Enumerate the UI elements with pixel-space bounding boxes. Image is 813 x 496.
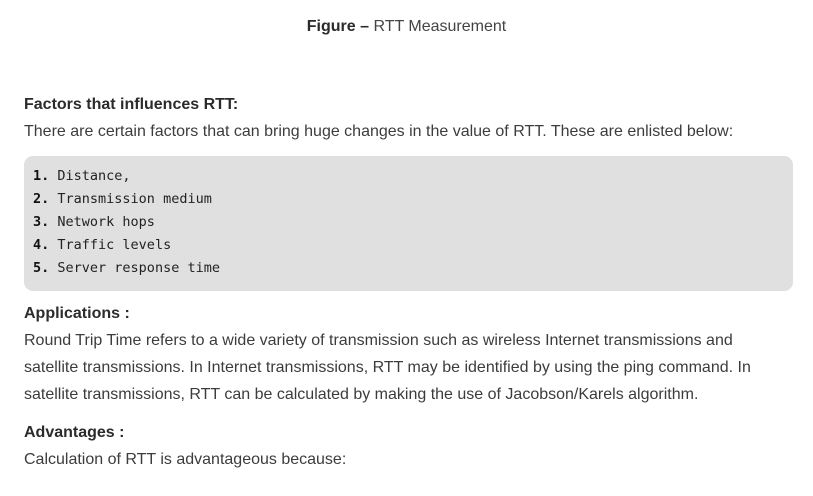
list-item-number: 5. — [33, 260, 50, 276]
figure-title: RTT Measurement — [373, 18, 507, 35]
list-item: 3. Network hops — [33, 211, 793, 234]
factors-list: 1. Distance, 2. Transmission medium 3. N… — [33, 165, 793, 280]
list-item-text: Server response time — [57, 260, 220, 276]
list-item-text: Transmission medium — [57, 191, 212, 207]
factors-intro: There are certain factors that can bring… — [24, 123, 734, 140]
list-item: 1. Distance, — [33, 165, 793, 188]
list-item: 5. Server response time — [33, 257, 793, 280]
factors-list-block: 1. Distance, 2. Transmission medium 3. N… — [24, 156, 793, 291]
applications-heading: Applications : — [24, 305, 130, 322]
figure-caption: Figure – RTT Measurement — [0, 18, 813, 36]
figure-label: Figure – — [306, 18, 369, 35]
list-item-number: 2. — [33, 191, 50, 207]
list-item-text: Distance, — [57, 168, 131, 184]
list-item-number: 1. — [33, 168, 50, 184]
list-item-number: 4. — [33, 237, 50, 253]
list-item-number: 3. — [33, 214, 50, 230]
advantages-heading: Advantages : — [24, 424, 125, 441]
list-item-text: Network hops — [57, 214, 155, 230]
list-item-text: Traffic levels — [57, 237, 172, 253]
factors-heading: Factors that influences RTT: — [24, 96, 239, 113]
advantages-body: Calculation of RTT is advantageous becau… — [24, 451, 347, 468]
applications-body: Round Trip Time refers to a wide variety… — [24, 332, 751, 403]
list-item: 4. Traffic levels — [33, 234, 793, 257]
list-item: 2. Transmission medium — [33, 188, 793, 211]
